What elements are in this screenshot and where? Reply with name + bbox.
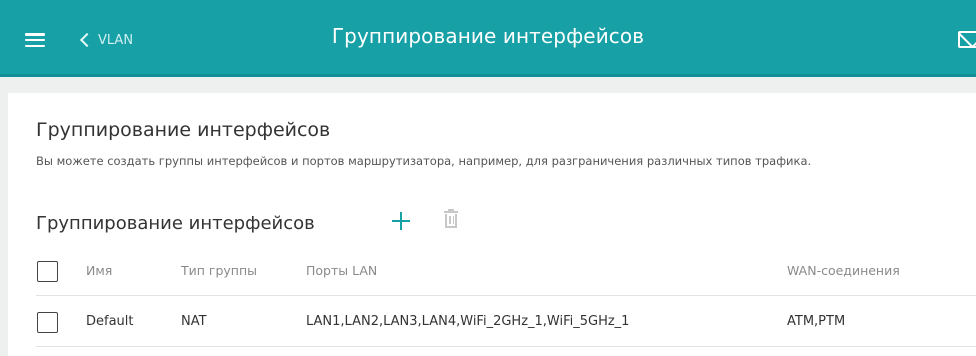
table-header: Имя Тип группы Порты LAN WAN-соединения — [36, 246, 976, 296]
column-header-lan-ports: Порты LAN — [306, 263, 378, 278]
column-header-type: Тип группы — [181, 263, 258, 278]
row-lan-ports: LAN1,LAN2,LAN3,LAN4,WiFi_2GHz_1,WiFi_5GH… — [306, 314, 630, 329]
page-title: Группирование интерфейсов — [331, 24, 645, 48]
add-icon[interactable] — [391, 211, 411, 231]
row-checkbox[interactable] — [37, 312, 58, 333]
mail-icon[interactable] — [958, 31, 976, 48]
section-description: Вы можете создать группы интерфейсов и п… — [36, 154, 812, 168]
top-bar: VLAN Группирование интерфейсов — [0, 0, 976, 77]
row-group-type: NAT — [181, 314, 207, 329]
row-wan-connections: ATM,PTM — [787, 314, 846, 329]
row-name: Default — [86, 314, 134, 329]
trash-icon[interactable] — [444, 209, 458, 229]
content-panel: Группирование интерфейсов Вы можете созд… — [8, 93, 976, 356]
section-title: Группирование интерфейсов — [36, 119, 331, 141]
select-all-checkbox[interactable] — [37, 261, 58, 282]
column-header-wan: WAN-соединения — [787, 263, 900, 278]
column-header-name: Имя — [86, 263, 113, 278]
table-row[interactable]: Default NAT LAN1,LAN2,LAN3,LAN4,WiFi_2GH… — [36, 297, 976, 347]
group-table-title: Группирование интерфейсов — [36, 213, 315, 234]
